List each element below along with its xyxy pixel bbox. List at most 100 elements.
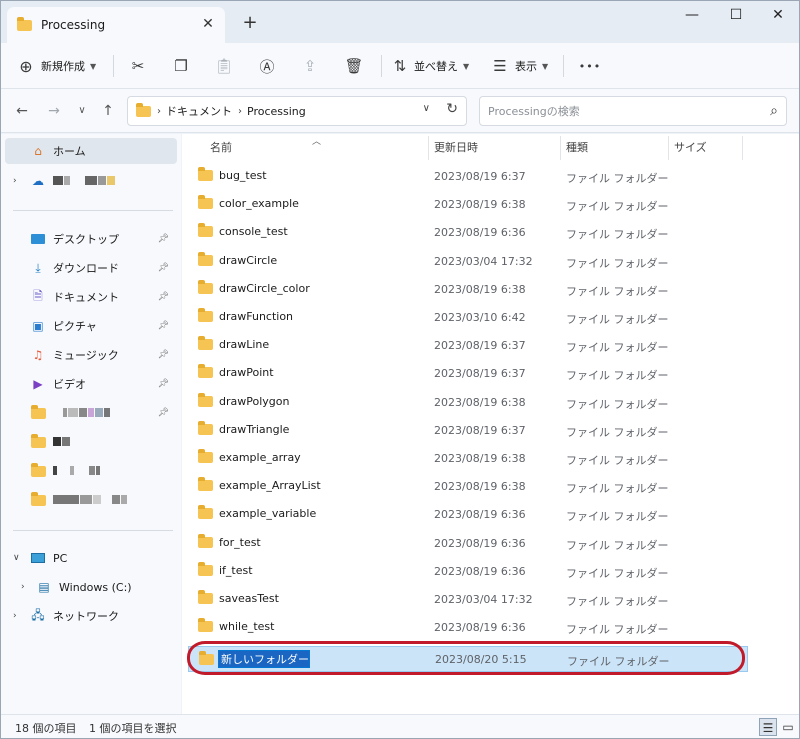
breadcrumb-processing[interactable]: Processing	[247, 105, 306, 118]
table-row[interactable]: color_example 2023/08/19 6:38 ファイル フォルダー	[188, 192, 748, 218]
tab-title: Processing	[41, 18, 106, 32]
cut-button[interactable]: ✂	[123, 51, 153, 81]
sidebar-divider	[13, 210, 173, 211]
pin-icon[interactable]: 📌︎	[158, 234, 169, 244]
sidebar-item-videos[interactable]: ▶ ビデオ 📌︎	[5, 371, 177, 397]
address-dropdown-icon[interactable]: ∨	[423, 103, 430, 114]
sidebar-item-onedrive[interactable]: › ☁	[5, 168, 177, 194]
table-row[interactable]: drawPolygon 2023/08/19 6:38 ファイル フォルダー	[188, 390, 748, 416]
view-button[interactable]: ☰ 表示 ▼	[489, 51, 548, 81]
pin-icon[interactable]: 📌︎	[158, 350, 169, 360]
table-row[interactable]: example_array 2023/08/19 6:38 ファイル フォルダー	[188, 446, 748, 472]
more-options-button[interactable]: •••	[575, 51, 605, 81]
details-view-icon[interactable]: ☰	[759, 718, 777, 736]
column-header-date[interactable]: 更新日時	[434, 134, 478, 164]
sidebar-item-documents[interactable]: 🗎 ドキュメント 📌︎	[5, 284, 177, 310]
sidebar-item-pc[interactable]: ∨ PC	[5, 545, 177, 571]
column-divider[interactable]	[668, 136, 669, 160]
table-row[interactable]: example_ArrayList 2023/08/19 6:38 ファイル フォル…	[188, 474, 748, 500]
folder-icon	[198, 618, 213, 633]
new-tab-button[interactable]: +	[239, 12, 261, 34]
column-divider[interactable]	[560, 136, 561, 160]
sidebar-item-windows-drive[interactable]: › ▤ Windows (C:)	[5, 574, 177, 600]
table-row[interactable]: while_test 2023/08/19 6:36 ファイル フォルダー	[188, 615, 748, 641]
table-row[interactable]: saveasTest 2023/03/04 17:32 ファイル フォルダー	[188, 587, 748, 613]
sidebar-item-downloads[interactable]: ⤓ ダウンロード 📌︎	[5, 255, 177, 281]
file-date: 2023/08/19 6:36	[434, 621, 526, 635]
file-date: 2023/08/19 6:38	[434, 198, 526, 212]
chevron-right-icon[interactable]: ›	[13, 176, 17, 186]
table-row[interactable]: example_variable 2023/08/19 6:36 ファイル フォルダ…	[188, 502, 748, 528]
forward-button[interactable]: →	[43, 100, 65, 122]
minimize-button[interactable]: —	[671, 1, 713, 29]
breadcrumb-documents[interactable]: ドキュメント	[166, 103, 232, 119]
file-type: ファイル フォルダー	[566, 538, 669, 552]
share-button[interactable]: ⇪	[295, 51, 325, 81]
table-row[interactable]: console_test 2023/08/19 6:36 ファイル フォルダー	[188, 220, 748, 246]
file-name: console_test	[219, 225, 288, 239]
column-divider[interactable]	[428, 136, 429, 160]
pin-icon[interactable]: 📌︎	[158, 321, 169, 331]
address-bar[interactable]: › ドキュメント › Processing ∨ ↻	[127, 96, 467, 126]
pin-icon[interactable]: 📌︎	[158, 292, 169, 302]
column-header-name[interactable]: 名前	[210, 134, 232, 164]
sidebar-item-music[interactable]: ♫ ミュージック 📌︎	[5, 342, 177, 368]
table-row[interactable]: for_test 2023/08/19 6:36 ファイル フォルダー	[188, 531, 748, 557]
sidebar-item-home[interactable]: ⌂ ホーム	[5, 138, 177, 164]
folder-icon	[198, 223, 213, 238]
computer-icon	[29, 549, 47, 567]
sidebar-item-pinned-folder[interactable]: 📌︎	[5, 400, 177, 426]
table-row[interactable]: drawCircle_color 2023/08/19 6:38 ファイル フォルダ…	[188, 277, 748, 303]
search-input[interactable]	[480, 97, 750, 125]
file-type: ファイル フォルダー	[566, 566, 669, 580]
chevron-right-icon[interactable]: ›	[13, 611, 17, 621]
sidebar-item-desktop[interactable]: デスクトップ 📌︎	[5, 226, 177, 252]
sidebar-item-folder[interactable]	[5, 487, 177, 513]
table-row[interactable]: drawPoint 2023/08/19 6:37 ファイル フォルダー	[188, 361, 748, 387]
tiles-view-icon[interactable]: ▭	[779, 718, 797, 736]
folder-icon	[198, 392, 213, 407]
music-icon: ♫	[32, 348, 44, 362]
delete-button[interactable]: 🗑︎	[339, 51, 369, 81]
file-date: 2023/08/19 6:37	[434, 339, 526, 353]
search-icon[interactable]: ⌕	[770, 103, 778, 119]
table-row[interactable]: bug_test 2023/08/19 6:37 ファイル フォルダー	[188, 164, 748, 190]
search-box[interactable]: ⌕	[479, 96, 787, 126]
chevron-right-icon[interactable]: ›	[21, 582, 25, 592]
maximize-button[interactable]: ☐	[715, 1, 757, 29]
new-button[interactable]: ⊕ 新規作成 ▼	[15, 51, 96, 81]
sidebar-item-folder[interactable]	[5, 429, 177, 455]
pin-icon[interactable]: 📌︎	[158, 408, 169, 418]
paste-button[interactable]: 📋︎	[209, 51, 239, 81]
sort-button[interactable]: ⇅ 並べ替え ▼	[389, 51, 469, 81]
sidebar-divider	[13, 530, 173, 531]
column-divider[interactable]	[742, 136, 743, 160]
folder-icon	[198, 167, 213, 181]
pin-icon[interactable]: 📌︎	[158, 263, 169, 273]
rename-button[interactable]: Ⓐ	[252, 51, 282, 81]
column-header-size[interactable]: サイズ	[674, 134, 707, 164]
sidebar-item-network[interactable]: › 🖧︎ ネットワーク	[5, 603, 177, 629]
pin-icon[interactable]: 📌︎	[158, 379, 169, 389]
tab-close-icon[interactable]: ✕	[199, 15, 217, 33]
table-row[interactable]: drawFunction 2023/03/10 6:42 ファイル フォルダー	[188, 305, 748, 331]
file-name: drawTriangle	[219, 422, 290, 436]
sidebar-item-pictures[interactable]: ▣ ピクチャ 📌︎	[5, 313, 177, 339]
copy-button[interactable]: ❐	[166, 51, 196, 81]
tab-processing[interactable]: Processing ✕	[7, 7, 225, 43]
redacted-label	[53, 465, 101, 478]
item-count: 18 個の項目	[15, 722, 77, 735]
table-row[interactable]: if_test 2023/08/19 6:36 ファイル フォルダー	[188, 559, 748, 585]
column-header-type[interactable]: 種類	[566, 134, 588, 164]
chevron-down-icon[interactable]: ∨	[13, 553, 20, 563]
up-button[interactable]: ↑	[97, 100, 119, 122]
close-button[interactable]: ✕	[757, 1, 799, 29]
recent-locations-button[interactable]: ∨	[71, 100, 93, 122]
back-button[interactable]: ←	[11, 100, 33, 122]
sidebar-item-folder[interactable]	[5, 458, 177, 484]
table-row[interactable]: drawTriangle 2023/08/19 6:37 ファイル フォルダー	[188, 418, 748, 444]
refresh-icon[interactable]: ↻	[446, 101, 458, 117]
table-row[interactable]: drawCircle 2023/03/04 17:32 ファイル フォルダー	[188, 249, 748, 275]
chevron-right-icon: ›	[157, 105, 161, 117]
table-row[interactable]: drawLine 2023/08/19 6:37 ファイル フォルダー	[188, 333, 748, 359]
